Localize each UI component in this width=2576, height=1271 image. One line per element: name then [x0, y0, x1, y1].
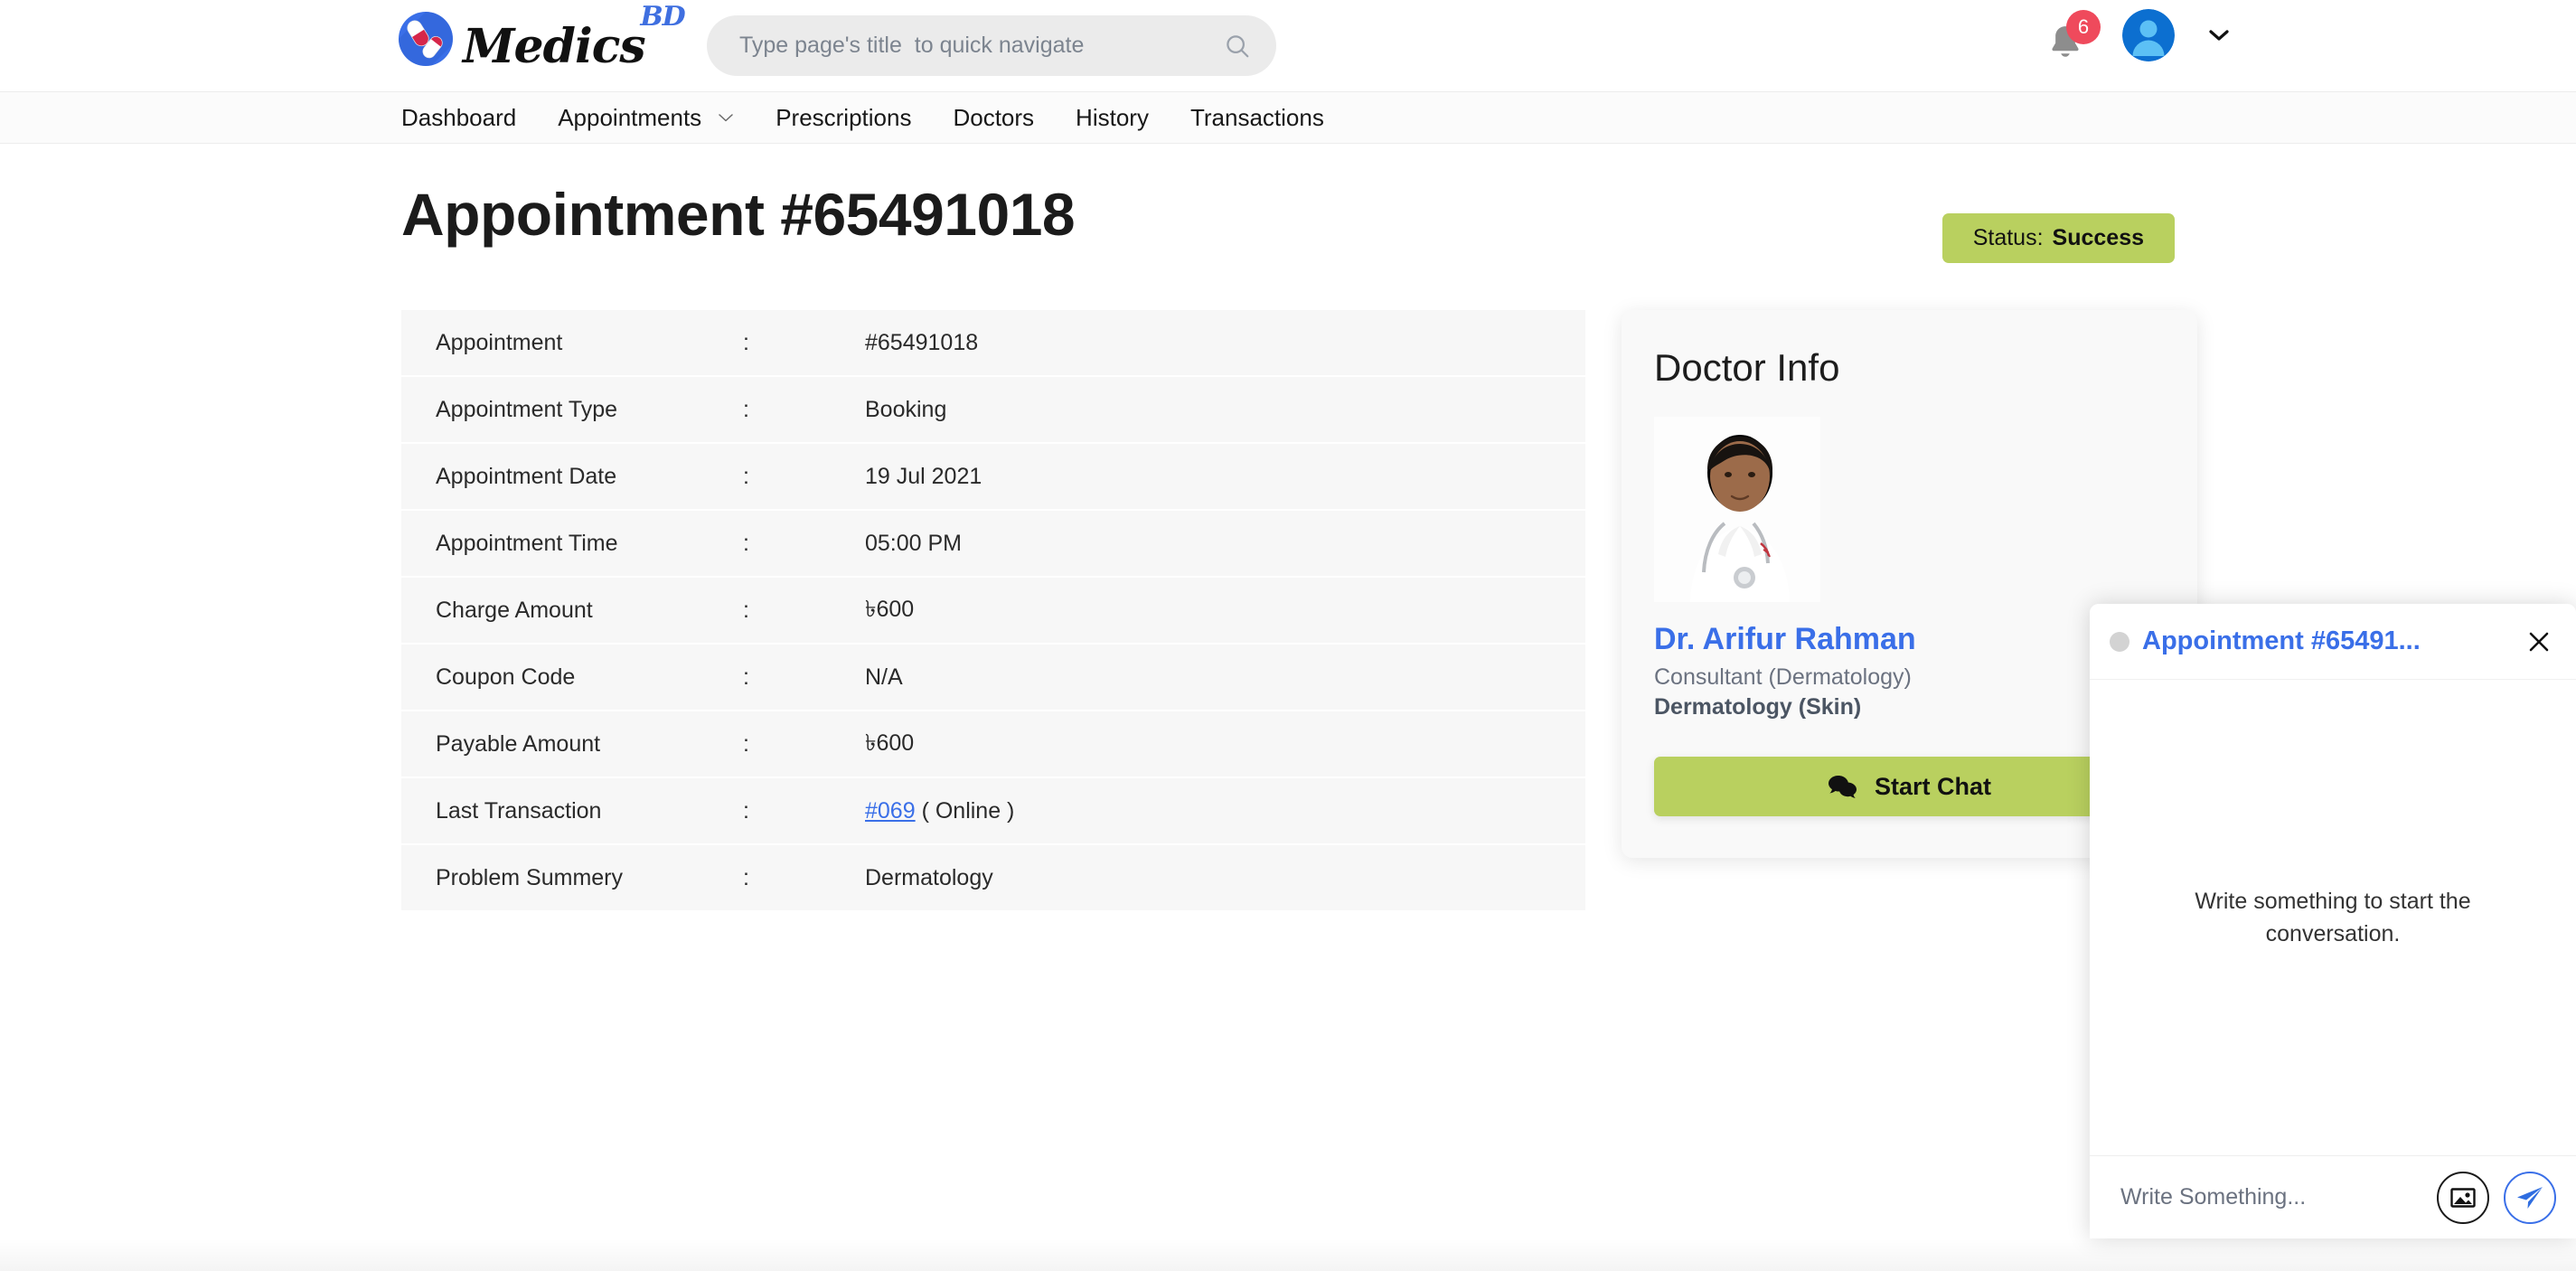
detail-separator: :	[743, 864, 749, 890]
table-row: Last Transaction : #069 ( Online )	[401, 778, 1585, 845]
doctor-specialty: Dermatology (Skin)	[1654, 694, 1862, 720]
table-row: Appointment Date : 19 Jul 2021	[401, 444, 1585, 511]
detail-separator: :	[743, 329, 749, 355]
chat-status-dot	[2110, 631, 2129, 652]
pills-capsule-icon	[399, 12, 453, 66]
detail-label: Appointment Date	[436, 463, 617, 489]
detail-label: Coupon Code	[436, 664, 576, 690]
detail-label: Last Transaction	[436, 797, 602, 824]
search-input[interactable]	[739, 33, 1224, 59]
send-paper-plane-icon	[2517, 1186, 2543, 1209]
table-row: Appointment : #65491018	[401, 310, 1585, 377]
nav-label: Appointments	[558, 103, 702, 131]
detail-separator: :	[743, 530, 749, 556]
table-row: Problem Summery : Dermatology	[401, 845, 1585, 912]
page-header: Appointment #65491018 Status: Success	[401, 144, 2175, 263]
avatar[interactable]	[2122, 9, 2175, 61]
brand-superscript: BD	[640, 1, 685, 33]
detail-value: Dermatology	[865, 864, 993, 890]
detail-separator: :	[743, 597, 749, 623]
detail-value: 05:00 PM	[865, 530, 963, 556]
top-bar: Medics BD 6	[0, 0, 2576, 91]
chat-widget: Appointment #65491... Write something to…	[2090, 604, 2576, 1238]
nav-item-transactions[interactable]: Transactions	[1170, 104, 1345, 132]
transaction-link[interactable]: #069	[865, 798, 916, 824]
nav-label: Transactions	[1189, 103, 1324, 131]
detail-separator: :	[743, 463, 749, 489]
nav-label: Dashboard	[401, 103, 517, 131]
chat-empty-message: Write something to start the conversatio…	[2195, 888, 2471, 946]
main-navigation: Dashboard Appointments Prescriptions Doc…	[0, 91, 2576, 144]
status-badge: Status: Success	[1941, 213, 2175, 263]
nav-label: Doctors	[953, 103, 1035, 131]
brand-logo[interactable]: Medics BD	[396, 4, 686, 74]
detail-separator: :	[743, 396, 749, 422]
nav-item-dashboard[interactable]: Dashboard	[401, 104, 537, 132]
chevron-down-icon[interactable]	[2207, 27, 2231, 43]
chat-bubbles-icon	[1828, 776, 1857, 798]
image-attach-icon	[2450, 1187, 2476, 1208]
transaction-suffix: ( Online )	[915, 797, 1015, 824]
detail-label: Appointment Type	[436, 396, 618, 422]
chat-header: Appointment #65491...	[2090, 604, 2576, 680]
page-footer-shadow	[0, 1238, 2576, 1271]
notification-badge: 6	[2066, 10, 2101, 44]
status-label: Status:	[1972, 225, 2044, 250]
nav-label: History	[1076, 103, 1149, 131]
brand-name: Medics BD	[463, 4, 686, 74]
table-row: Appointment Time : 05:00 PM	[401, 511, 1585, 578]
content-area: Appointment : #65491018 Appointment Type…	[401, 310, 2197, 912]
start-chat-label: Start Chat	[1874, 772, 1991, 800]
detail-label: Appointment	[436, 329, 563, 355]
detail-separator: :	[743, 664, 749, 690]
chat-composer	[2090, 1155, 2576, 1238]
doctor-photo	[1654, 417, 1820, 602]
brand-name-text: Medics	[463, 19, 646, 74]
detail-label: Problem Summery	[436, 864, 623, 890]
nav-item-appointments[interactable]: Appointments	[537, 104, 755, 132]
detail-value: Booking	[865, 396, 947, 422]
nav-item-history[interactable]: History	[1055, 104, 1170, 132]
detail-value: 19 Jul 2021	[865, 463, 982, 489]
doctor-role: Consultant (Dermatology)	[1654, 664, 1912, 690]
table-row: Coupon Code : N/A	[401, 645, 1585, 711]
table-row: Charge Amount : ৳600	[401, 578, 1585, 645]
detail-value: #069 ( Online )	[865, 798, 1585, 824]
detail-label: Appointment Time	[436, 530, 618, 556]
nav-item-prescriptions[interactable]: Prescriptions	[755, 104, 932, 132]
detail-value: #65491018	[865, 329, 979, 355]
nav-item-doctors[interactable]: Doctors	[932, 104, 1055, 132]
detail-value: N/A	[865, 664, 903, 690]
detail-label: Charge Amount	[436, 597, 593, 623]
detail-separator: :	[743, 730, 749, 757]
status-value: Success	[2052, 225, 2144, 250]
attach-image-button[interactable]	[2437, 1171, 2489, 1224]
table-row: Payable Amount : ৳600	[401, 711, 1585, 778]
detail-separator: :	[743, 797, 749, 824]
nav-label: Prescriptions	[776, 103, 912, 131]
appointment-details-table: Appointment : #65491018 Appointment Type…	[401, 310, 1585, 912]
detail-label: Payable Amount	[436, 730, 601, 757]
topbar-actions: 6	[2046, 9, 2231, 61]
chevron-down-icon	[719, 114, 733, 122]
detail-value: ৳600	[865, 596, 915, 622]
detail-value: ৳600	[865, 730, 915, 756]
doctor-info-title: Doctor Info	[1654, 346, 1840, 389]
chat-title[interactable]: Appointment #65491...	[2142, 626, 2513, 656]
notifications-button[interactable]: 6	[2046, 10, 2101, 61]
send-message-button[interactable]	[2504, 1171, 2556, 1224]
close-icon[interactable]	[2525, 628, 2552, 655]
search-icon	[1227, 34, 1249, 57]
search-box[interactable]	[707, 15, 1276, 76]
chat-input[interactable]	[2120, 1184, 2422, 1210]
page-title: Appointment #65491018	[401, 181, 1076, 248]
chat-message-list: Write something to start the conversatio…	[2090, 680, 2576, 1155]
table-row: Appointment Type : Booking	[401, 377, 1585, 444]
doctor-name[interactable]: Dr. Arifur Rahman	[1654, 622, 2165, 657]
start-chat-button[interactable]: Start Chat	[1654, 757, 2165, 816]
